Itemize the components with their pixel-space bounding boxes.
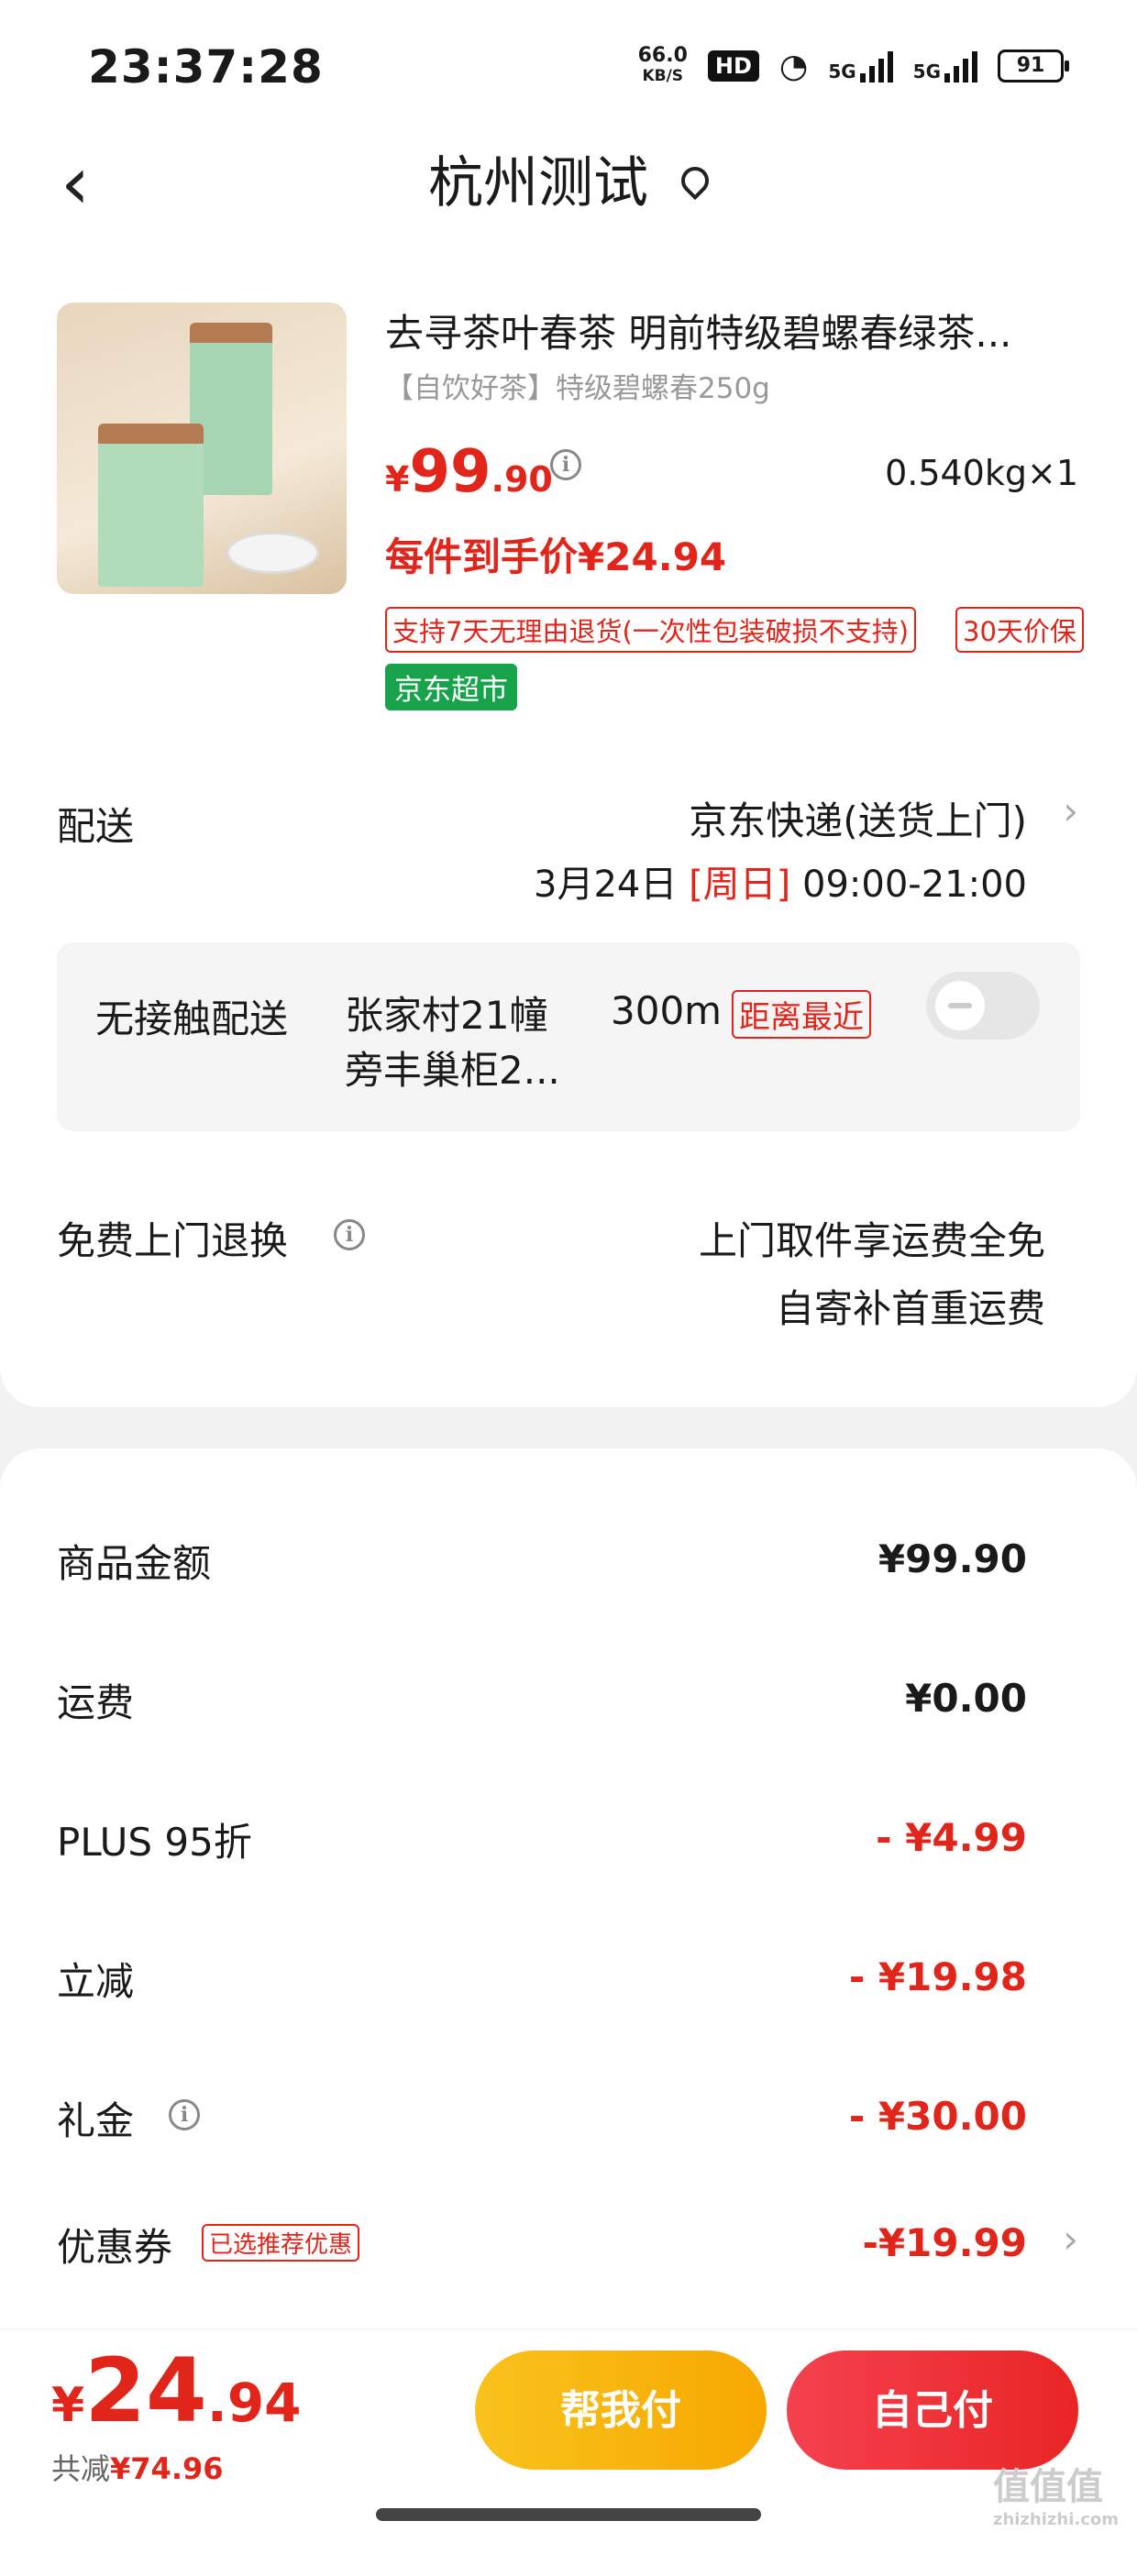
free-return-label: 免费上门退换: [57, 1218, 289, 1263]
total-saved: 共减¥74.96: [51, 2446, 224, 2488]
help-pay-button[interactable]: 帮我付: [475, 2350, 767, 2470]
price-integer: 99: [409, 438, 491, 506]
coupon-value[interactable]: -¥19.99: [862, 2220, 1027, 2265]
delivery-label: 配送: [57, 804, 135, 849]
return-policy-tag: 支持7天无理由退货(一次性包装破损不支持): [385, 607, 917, 653]
subtotal-value: ¥99.90: [878, 1536, 1027, 1581]
return-info-button[interactable]: i: [334, 1219, 365, 1250]
return-desc-2: 自寄补首重运费: [775, 1286, 1045, 1331]
return-desc-1: 上门取件享运费全免: [698, 1218, 1045, 1263]
watermark-url: zhizhizhi.com: [992, 2510, 1119, 2529]
home-indicator[interactable]: [376, 2508, 761, 2521]
signal-icon-2: 5G: [913, 50, 977, 83]
delivery-window: 09:00-21:00: [802, 864, 1027, 906]
tea-bowl-illustration: [226, 532, 319, 574]
tea-can-illustration: [98, 424, 204, 587]
price-decimal: .90: [491, 459, 553, 500]
total-decimal: .94: [206, 2372, 302, 2434]
no-contact-toggle[interactable]: [926, 972, 1040, 1040]
plus-discount-value: - ¥4.99: [876, 1815, 1027, 1860]
gift-money-value: - ¥30.00: [848, 2094, 1027, 2139]
page-title[interactable]: 杭州测试: [0, 147, 1137, 220]
price-info-button[interactable]: i: [550, 449, 581, 480]
product-image[interactable]: [57, 303, 347, 594]
subtotal-label: 商品金额: [57, 1541, 212, 1586]
net-speed-unit: KB/S: [642, 67, 684, 85]
toggle-knob: [935, 981, 985, 1030]
saved-value: ¥74.96: [110, 2451, 224, 2486]
shipping-value: ¥0.00: [905, 1676, 1027, 1721]
info-icon: i: [550, 449, 581, 480]
store-badge: 京东超市: [385, 664, 517, 710]
chevron-right-icon[interactable]: ›: [1063, 2217, 1078, 2262]
chevron-right-icon[interactable]: ›: [1063, 788, 1078, 833]
chevron-left-icon: ‹: [61, 140, 90, 226]
sim1-label: 5G: [828, 61, 856, 83]
no-contact-label: 无接触配送: [95, 996, 289, 1041]
coupon-recommended-badge: 已选推荐优惠: [202, 2224, 360, 2262]
shipping-label: 运费: [57, 1680, 135, 1725]
total-price: ¥24.94: [51, 2339, 302, 2442]
signal-icon: 5G: [828, 50, 893, 83]
product-weight-qty: 0.540kg×1: [885, 453, 1078, 493]
sim2-label: 5G: [912, 61, 941, 83]
wifi-icon: ◔: [778, 47, 809, 85]
hd-icon: HD: [707, 50, 759, 82]
delivery-weekday: [周日]: [689, 864, 791, 906]
plus-discount-label: PLUS 95折: [57, 1820, 252, 1865]
gift-info-button[interactable]: i: [169, 2099, 200, 2130]
status-icons: 66.0 KB/S HD ◔ 5G 5G 91: [638, 46, 1069, 86]
nearest-badge: 距离最近: [732, 990, 871, 1039]
price-protect-tag: 30天价保: [955, 607, 1084, 653]
delivery-date: 3月24日: [534, 864, 678, 906]
saved-label: 共减: [51, 2451, 111, 2486]
pickup-distance: 300m: [611, 988, 723, 1033]
product-price: ¥99.90: [385, 438, 553, 506]
page-title-text: 杭州测试: [428, 151, 648, 215]
back-button[interactable]: ‹: [61, 147, 90, 220]
coupon-label: 优惠券: [57, 2225, 173, 2270]
info-icon: i: [334, 1219, 365, 1250]
delivery-method[interactable]: 京东快递(送货上门): [689, 790, 1027, 846]
battery-icon: 91: [998, 50, 1069, 83]
watermark: 值值值 zhizhizhi.com: [993, 2457, 1119, 2529]
instant-discount-label: 立减: [57, 1959, 135, 2004]
product-name[interactable]: 去寻茶叶春茶 明前特级碧螺春绿茶...: [385, 303, 1082, 358]
status-time: 23:37:28: [88, 40, 324, 94]
net-speed-value: 66.0: [637, 44, 688, 67]
pickup-locker-address[interactable]: 张家村21幢旁丰巢柜2...: [345, 988, 583, 1098]
net-speed: 66.0 KB/S: [638, 46, 688, 86]
instant-discount-value: - ¥19.98: [848, 1954, 1027, 1999]
watermark-text: 值值值: [992, 2466, 1103, 2508]
gift-money-label: 礼金: [57, 2098, 135, 2143]
product-spec: 【自饮好茶】特级碧螺春250g: [385, 372, 770, 405]
total-integer: 24: [84, 2339, 207, 2442]
price-symbol: ¥: [385, 459, 410, 500]
self-pay-button[interactable]: 自己付: [787, 2350, 1078, 2470]
info-icon: i: [169, 2099, 200, 2130]
per-item-price: 每件到手价¥24.94: [385, 534, 727, 579]
delivery-time[interactable]: 3月24日 [周日] 09:00-21:00: [534, 854, 1027, 908]
location-pin-icon: [675, 161, 715, 201]
total-symbol: ¥: [51, 2378, 85, 2433]
